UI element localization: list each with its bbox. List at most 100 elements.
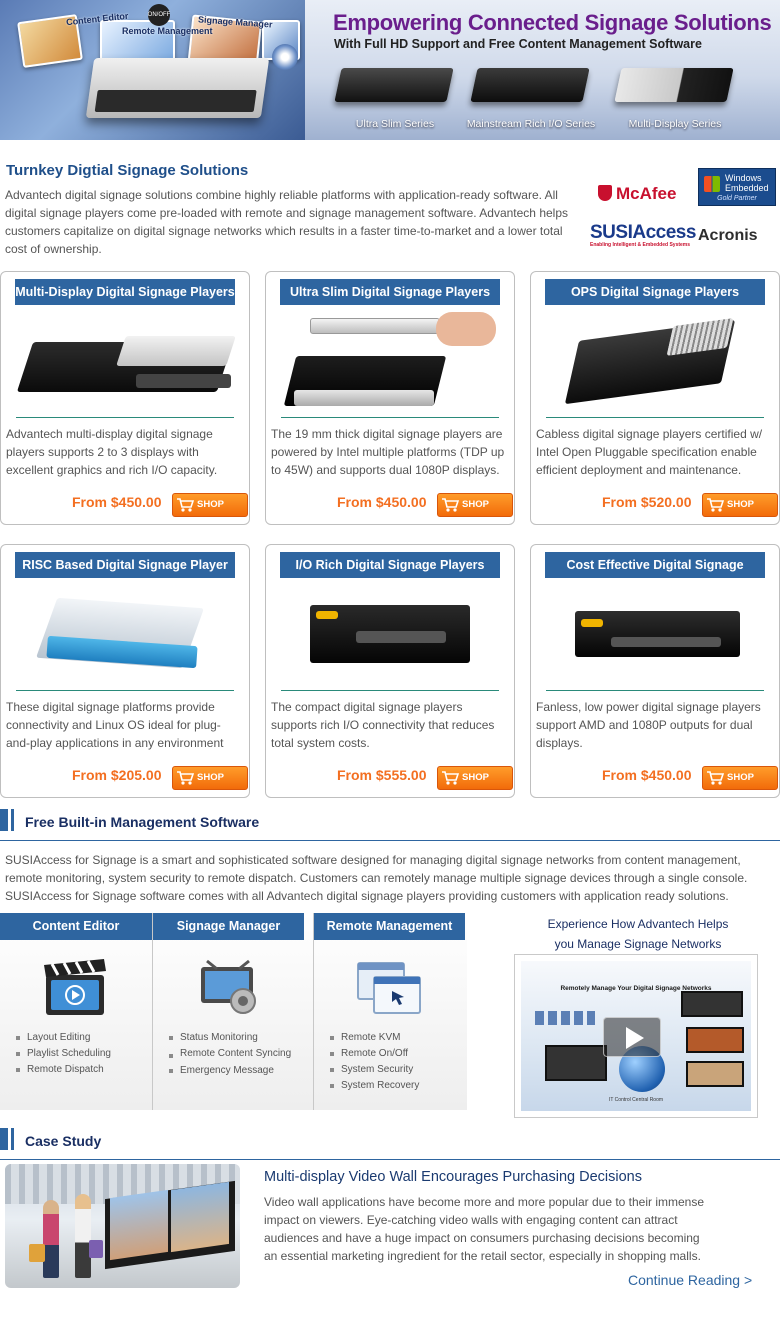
section-title: Case Study (25, 1133, 102, 1149)
case-study-text: Video wall applications have become more… (264, 1195, 705, 1263)
section-marker-icon (0, 809, 14, 831)
feature-item: Remote Dispatch (16, 1062, 144, 1078)
feature-item: System Security (330, 1062, 458, 1078)
screen-thumb (681, 991, 743, 1017)
feature-item: Remote Content Syncing (169, 1048, 297, 1060)
case-study-image[interactable] (5, 1164, 240, 1288)
shop-now-button[interactable]: SHOP NOW (172, 493, 248, 524)
cart-icon (177, 771, 194, 785)
product-price: From $450.00 (337, 494, 427, 510)
divider (16, 417, 234, 418)
series-label: Multi-Display Series (628, 118, 722, 130)
cart-icon (442, 498, 459, 512)
product-card-title[interactable]: Cost Effective Digital Signage Players (545, 552, 765, 598)
feature-column-signage-manager[interactable]: Signage Manager Status Monitoring Remote… (152, 913, 304, 1110)
series-multi-display[interactable]: Multi-Display Series (610, 60, 740, 130)
continue-reading-link[interactable]: Continue Reading > (628, 1272, 752, 1288)
acronis-logo: Acronis (698, 227, 758, 244)
multi-display-player-image (614, 68, 734, 102)
video-footer: IT Control Central Room (608, 1097, 664, 1103)
partner-logos: McAfee Windows Embedded Gold Partner SUS… (588, 168, 778, 254)
series-label: Mainstream Rich I/O Series (466, 118, 596, 130)
signage-network-video[interactable]: Remotely Manage Your Digital Signage Net… (514, 954, 758, 1118)
management-text: SUSIAccess for Signage is a smart and so… (5, 853, 748, 903)
series-rich-io[interactable]: Mainstream Rich I/O Series (466, 60, 596, 130)
product-card-title[interactable]: OPS Digital Signage Players (545, 279, 765, 305)
product-card-ops[interactable]: OPS Digital Signage Players Cabless digi… (530, 271, 780, 525)
banner-title: Empowering Connected Signage Solutions (333, 10, 772, 35)
product-card-title[interactable]: RISC Based Digital Signage Player (15, 552, 235, 578)
mcafee-shield-icon (598, 185, 612, 201)
product-card-risc[interactable]: RISC Based Digital Signage Player These … (0, 544, 250, 798)
feature-column-remote-management[interactable]: Remote Management Remote KVM Remote On/O… (313, 913, 465, 1110)
feature-title[interactable]: Content Editor (0, 913, 152, 940)
hero-banner[interactable]: Content Editor Remote Management Signage… (0, 0, 780, 140)
section-marker-icon (0, 1128, 14, 1150)
shop-now-button[interactable]: SHOP NOW (702, 766, 778, 797)
signage-player-image (85, 58, 270, 118)
feature-item: Status Monitoring (169, 1030, 297, 1046)
feature-list: Layout Editing Playlist Scheduling Remot… (16, 1030, 144, 1078)
product-description: Cabless digital signage players certifie… (536, 427, 763, 477)
feature-list: Status Monitoring Remote Content Syncing… (169, 1030, 297, 1079)
susiaccess-logo: SUSIAccess Enabling Intelligent & Embedd… (590, 222, 696, 248)
management-section-heading: Free Built-in Management Software (0, 809, 780, 841)
mcafee-logo: McAfee (598, 184, 676, 204)
cart-icon (707, 498, 724, 512)
product-card-title[interactable]: Multi-Display Digital Signage Players (15, 279, 235, 305)
series-label: Ultra Slim Series (355, 118, 435, 130)
io-rich-player-image (286, 585, 494, 685)
risc-player-image (21, 585, 229, 685)
software-collage-image: Content Editor Remote Management Signage… (0, 0, 305, 140)
feature-item: Playlist Scheduling (16, 1046, 144, 1062)
remote-window-icon (357, 962, 421, 1014)
feature-title[interactable]: Signage Manager (153, 913, 304, 940)
banner-subtitle: With Full HD Support and Free Content Ma… (334, 37, 702, 51)
product-card-cost-effective[interactable]: Cost Effective Digital Signage Players F… (530, 544, 780, 798)
feature-column-content-editor[interactable]: Content Editor Layout Editing Playlist S… (0, 913, 152, 1110)
device-icons (535, 1011, 595, 1025)
screen-thumb (545, 1045, 607, 1081)
cart-icon (442, 771, 459, 785)
on-off-badge: ON/OFF (148, 4, 170, 26)
product-card-multi-display[interactable]: Multi-Display Digital Signage Players Ad… (0, 271, 250, 525)
ultra-slim-player-image (334, 68, 454, 102)
shop-now-button[interactable]: SHOP NOW (437, 766, 513, 797)
cart-icon (177, 498, 194, 512)
case-study-section-heading: Case Study (0, 1128, 780, 1160)
product-description: These digital signage platforms provide … (6, 700, 224, 750)
section-title: Free Built-in Management Software (25, 814, 260, 830)
case-study-title[interactable]: Multi-display Video Wall Encourages Purc… (264, 1169, 642, 1185)
divider (546, 690, 764, 691)
feature-list: Remote KVM Remote On/Off System Security… (330, 1030, 458, 1094)
shop-now-button[interactable]: SHOP NOW (702, 493, 778, 524)
ops-player-image (551, 312, 759, 412)
shop-now-button[interactable]: SHOP NOW (437, 493, 513, 524)
product-card-io-rich[interactable]: I/O Rich Digital Signage Players The com… (265, 544, 515, 798)
product-card-title[interactable]: I/O Rich Digital Signage Players (280, 552, 500, 578)
intro-title: Turnkey Digtial Signage Solutions (6, 162, 249, 179)
feature-item: Emergency Message (169, 1063, 297, 1079)
screen-thumb (686, 1027, 744, 1053)
management-features: Content Editor Layout Editing Playlist S… (0, 913, 467, 1110)
product-card-ultra-slim[interactable]: Ultra Slim Digital Signage Players The 1… (265, 271, 515, 525)
ultra-slim-player-image (283, 312, 496, 412)
product-description: Advantech multi-display digital signage … (6, 427, 218, 477)
product-price: From $450.00 (72, 494, 162, 510)
play-icon[interactable] (603, 1017, 661, 1057)
series-ultra-slim[interactable]: Ultra Slim Series (330, 60, 460, 130)
product-description: Fanless, low power digital signage playe… (536, 700, 761, 750)
divider (546, 417, 764, 418)
product-description: The compact digital signage players supp… (271, 700, 495, 750)
cd-icon (272, 44, 298, 70)
feature-item: System Recovery (330, 1078, 458, 1094)
product-card-title[interactable]: Ultra Slim Digital Signage Players (280, 279, 500, 305)
product-price: From $555.00 (337, 767, 427, 783)
product-price: From $520.00 (602, 494, 692, 510)
feature-title[interactable]: Remote Management (314, 913, 465, 940)
feature-item: Layout Editing (16, 1030, 144, 1046)
rich-io-player-image (470, 68, 590, 102)
product-description: The 19 mm thick digital signage players … (271, 427, 505, 477)
feature-item: Remote On/Off (330, 1046, 458, 1062)
shop-now-button[interactable]: SHOP NOW (172, 766, 248, 797)
